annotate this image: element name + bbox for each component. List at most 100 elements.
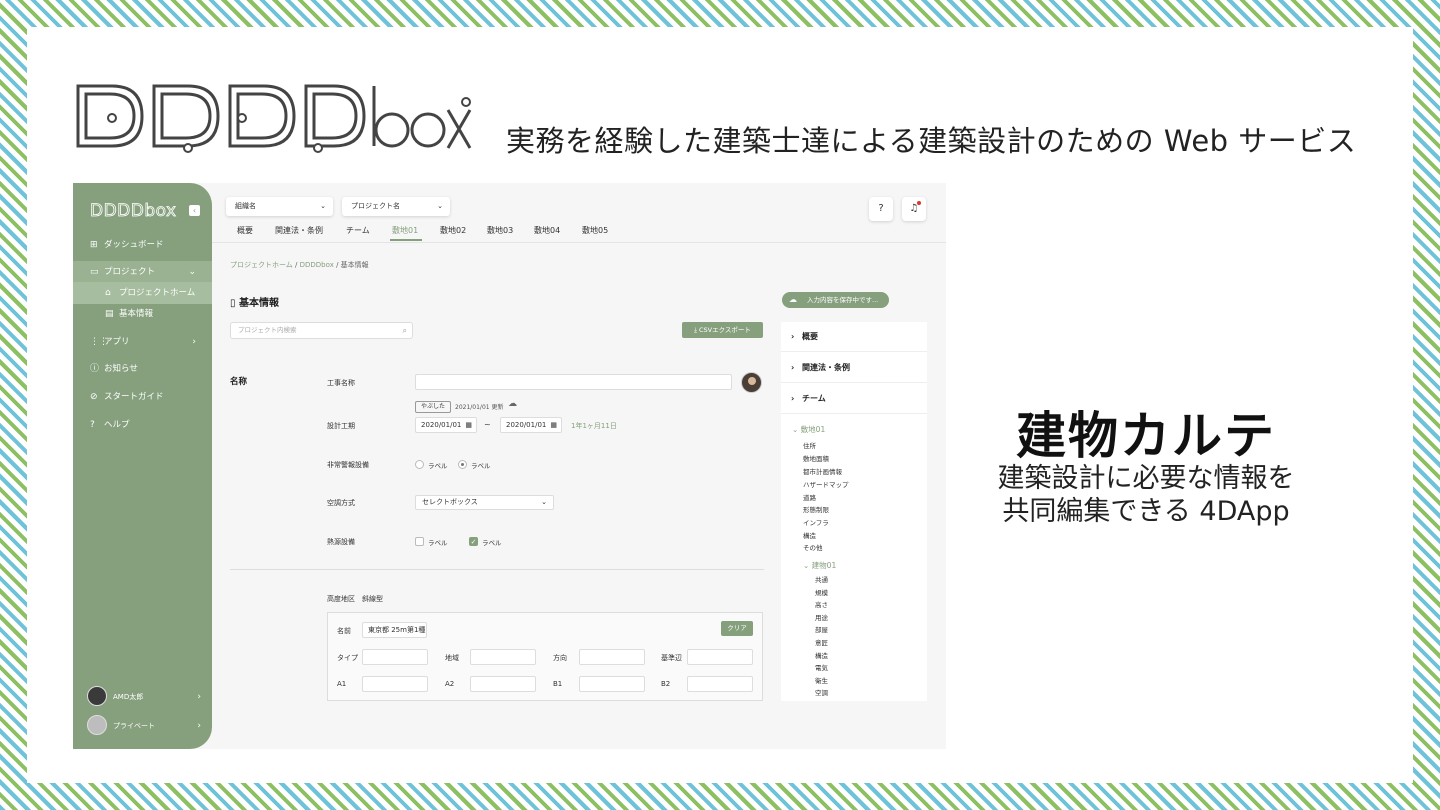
ac-select[interactable]: セレクトボックス ⌄	[415, 495, 554, 510]
date-to-field[interactable]: 2020/01/01 ▦	[500, 417, 562, 433]
tab-site01[interactable]: 敷地01	[392, 225, 418, 236]
chevron-down-icon: ⌄	[320, 202, 326, 210]
hero-subtitle-line1: 建築設計に必要な情報を	[997, 463, 1295, 494]
tab-overview[interactable]: 概要	[237, 225, 253, 236]
tree-group-site01[interactable]: ⌄ 敷地01	[792, 424, 825, 435]
checkbox-b[interactable]: ✓	[469, 537, 478, 546]
help-button[interactable]: ?	[869, 197, 893, 221]
calendar-icon[interactable]: ▦	[465, 418, 472, 432]
a2-field[interactable]	[470, 676, 536, 692]
heat-source-label: 熱源設備	[327, 538, 355, 546]
tree-item[interactable]: 住所	[803, 440, 816, 450]
project-name-label: 工事名称	[327, 379, 355, 387]
notification-button[interactable]: ♫	[902, 197, 926, 221]
tree-item[interactable]: 電気	[815, 662, 828, 672]
tree-item[interactable]: 都市計画情報	[803, 466, 842, 476]
sidebar-item-basic-info[interactable]: ▤ 基本情報	[73, 303, 212, 325]
tree-item-overview[interactable]: › 概要	[781, 322, 927, 352]
clear-button[interactable]: クリア	[721, 621, 753, 636]
tree-item[interactable]: 敷地面積	[803, 453, 829, 463]
tree-item[interactable]: 構造	[803, 530, 816, 540]
tab-site03[interactable]: 敷地03	[487, 225, 513, 236]
avatar	[87, 686, 107, 706]
navigation-tree: › 概要 › 関連法・条例 › チーム ⌄ 敷地01 住所 敷地面積 都市計画情報 ハ…	[781, 322, 927, 701]
date-from-field[interactable]: 2020/01/01 ▦	[415, 417, 477, 433]
alarm-label: 非常警報設備	[327, 461, 369, 469]
breadcrumb-ddddbox[interactable]: DDDDbox	[300, 261, 334, 269]
topbar: 組織名 ⌄ プロジェクト名 ⌄ 概要 関連法・条例 チーム 敷地01 敷地02 …	[212, 183, 946, 243]
tree-item-team[interactable]: › チーム	[781, 384, 927, 414]
search-input[interactable]: プロジェクト内検索 ⌕	[230, 322, 413, 339]
home-icon: ⌂	[105, 288, 111, 298]
sidebar-item-project[interactable]: ▭ プロジェクト ⌄	[73, 261, 212, 283]
radio-option-b[interactable]	[458, 460, 467, 469]
checkbox-a[interactable]	[415, 537, 424, 546]
chevron-right-icon: ›	[791, 363, 795, 372]
info-icon: ⓘ	[90, 364, 100, 374]
tree-item[interactable]: インフラ	[803, 517, 829, 527]
tree-item[interactable]: 用途	[815, 612, 828, 622]
tree-item[interactable]: 高さ	[815, 599, 828, 609]
direction-label: 方向	[553, 654, 567, 662]
tree-item[interactable]: 規模	[815, 587, 828, 597]
search-icon: ⌕	[402, 326, 407, 335]
tree-group-building01[interactable]: ⌄ 建物01	[803, 560, 836, 571]
tree-item[interactable]: 構造	[815, 650, 828, 660]
breadcrumb: プロジェクトホーム / DDDDbox / 基本情報	[230, 261, 369, 269]
tagline: 実務を経験した建築士達による建築設計のための Web サービス	[506, 124, 1357, 158]
tree-item[interactable]: その他	[803, 542, 823, 552]
private-account[interactable]: プライベート ›	[87, 715, 201, 737]
radio-label-b: ラベル	[471, 462, 491, 470]
tree-item[interactable]: 共通	[815, 574, 828, 584]
updated-timestamp: 2021/01/01 更新	[455, 404, 504, 411]
tree-item[interactable]: 形態制限	[803, 504, 829, 514]
sidebar-item-news[interactable]: ⓘ お知らせ	[73, 358, 212, 380]
collapse-sidebar-button[interactable]: ‹	[189, 205, 200, 216]
breadcrumb-current: 基本情報	[340, 261, 369, 269]
tree-item[interactable]: 部屋	[815, 624, 828, 634]
type-field[interactable]	[362, 649, 428, 665]
chevron-down-icon: ⌄	[803, 561, 812, 570]
tab-laws[interactable]: 関連法・条例	[275, 225, 323, 236]
b1-field[interactable]	[579, 676, 645, 692]
tab-team[interactable]: チーム	[346, 225, 370, 236]
sidebar-item-help[interactable]: ? ヘルプ	[73, 414, 212, 436]
user-account[interactable]: AMD太郎 ›	[87, 686, 201, 708]
breadcrumb-project-home[interactable]: プロジェクトホーム	[230, 261, 293, 269]
tab-site02[interactable]: 敷地02	[440, 225, 466, 236]
page-title: ▯ 基本情報	[230, 298, 279, 309]
sidebar-item-apps[interactable]: ⋮⋮ アプリ ›	[73, 331, 212, 353]
direction-field[interactable]	[579, 649, 645, 665]
project-select[interactable]: プロジェクト名 ⌄	[342, 197, 450, 216]
tab-site05[interactable]: 敷地05	[582, 225, 608, 236]
project-name-field[interactable]	[415, 374, 732, 390]
document-icon: ▯	[230, 298, 239, 309]
region-field[interactable]	[470, 649, 536, 665]
base-edge-field[interactable]	[687, 649, 753, 665]
radio-option-a[interactable]	[415, 460, 424, 469]
type-label: タイプ	[337, 654, 358, 662]
b2-field[interactable]	[687, 676, 753, 692]
sidebar-item-start-guide[interactable]: ⊘ スタートガイド	[73, 386, 212, 408]
calendar-icon[interactable]: ▦	[550, 418, 557, 432]
org-select[interactable]: 組織名 ⌄	[226, 197, 333, 216]
height-name-field[interactable]: 東京都 25m第1種	[362, 622, 427, 638]
chevron-right-icon: ›	[192, 337, 196, 347]
checkbox-label-b: ラベル	[482, 539, 502, 547]
tree-item[interactable]: 道路	[803, 492, 816, 502]
chevron-right-icon: ›	[197, 721, 201, 731]
editor-chip: やぶした	[415, 401, 451, 413]
tree-item[interactable]: 意匠	[815, 637, 828, 647]
chevron-right-icon: ›	[791, 394, 795, 403]
tree-item[interactable]: 衛生	[815, 675, 828, 685]
height-district-label: 高度地区 斜線型	[327, 595, 383, 603]
tree-item[interactable]: ハザードマップ	[803, 479, 849, 489]
csv-export-button[interactable]: ⤓ CSVエクスポート	[682, 322, 763, 338]
sidebar-item-project-home[interactable]: ⌂ プロジェクトホーム	[73, 282, 212, 304]
tree-item-laws[interactable]: › 関連法・条例	[781, 353, 927, 383]
a1-field[interactable]	[362, 676, 428, 692]
tree-item[interactable]: 空調	[815, 687, 828, 697]
tab-site04[interactable]: 敷地04	[534, 225, 560, 236]
sidebar-item-dashboard[interactable]: ⊞ ダッシュボード	[73, 234, 212, 256]
ac-label: 空調方式	[327, 499, 355, 507]
